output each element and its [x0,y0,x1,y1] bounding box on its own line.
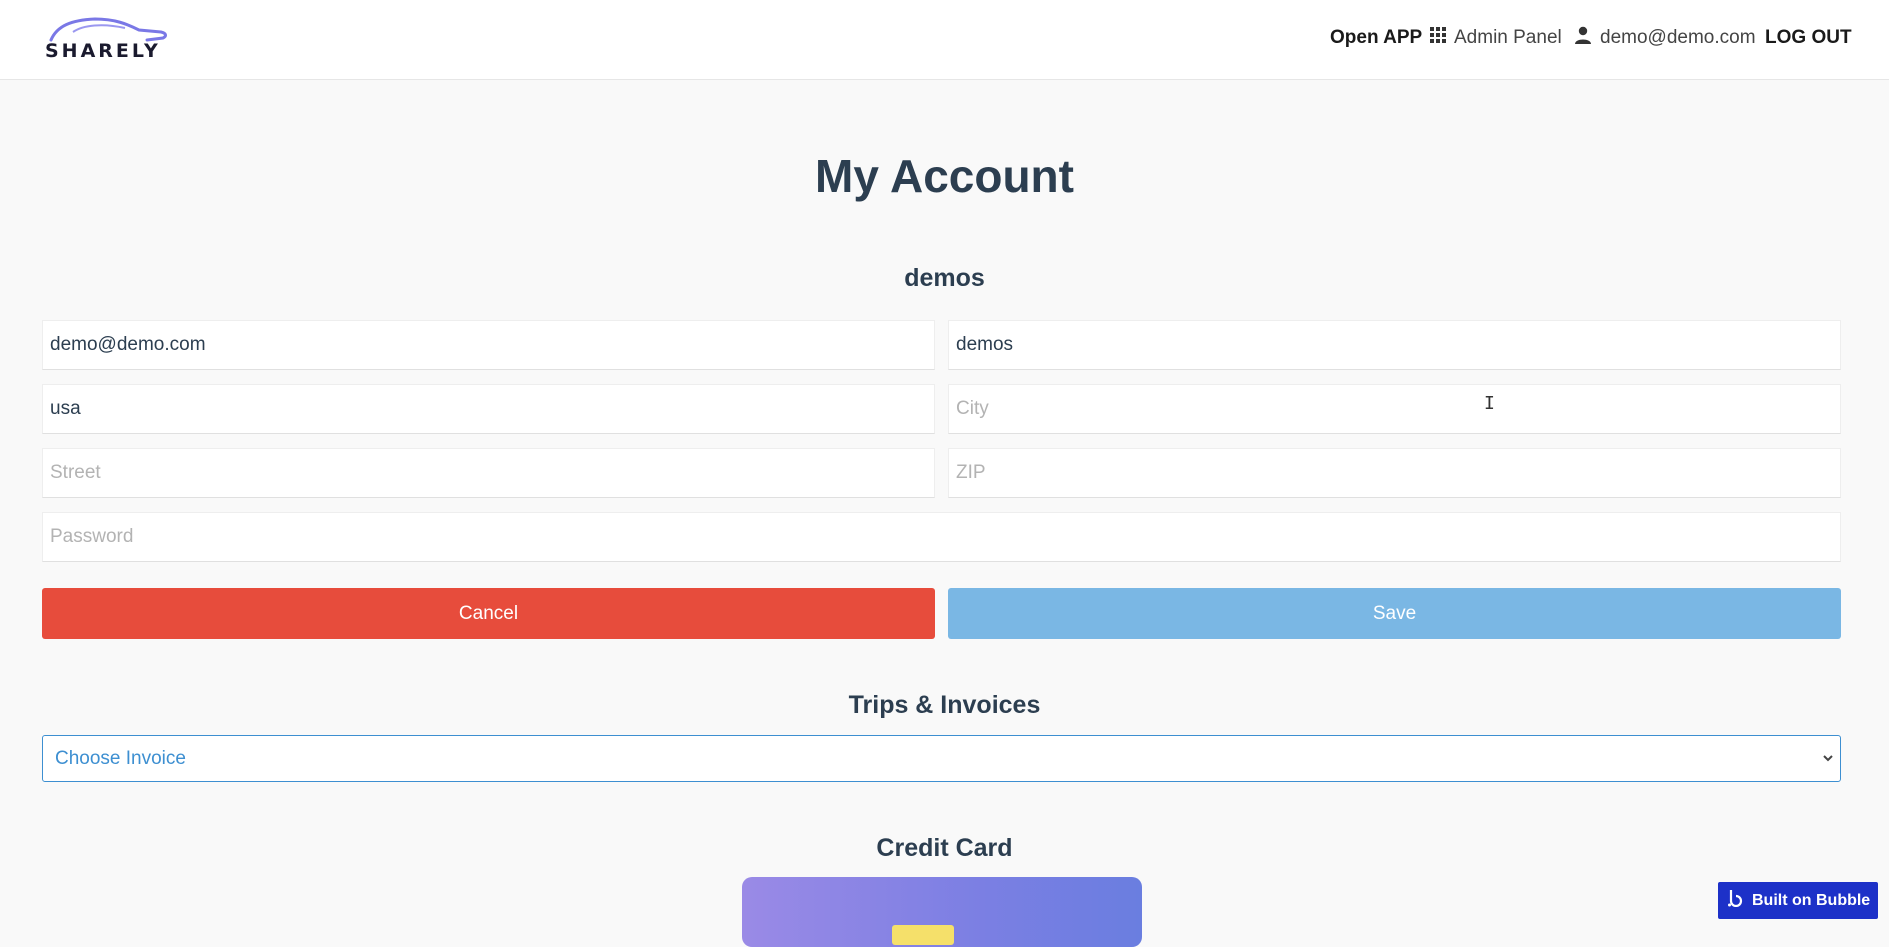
logo-text: SHARELY [45,40,161,62]
email-input[interactable] [43,321,934,369]
country-input[interactable] [43,385,934,433]
name-input[interactable] [949,321,1840,369]
built-on-bubble-label: Built on Bubble [1752,891,1871,909]
user-email-label: demo@demo.com [1600,27,1756,48]
street-input[interactable] [43,449,934,497]
invoice-select-value: Choose Invoice [55,748,186,769]
open-app-link[interactable]: Open APP [1330,26,1422,50]
zip-input[interactable] [949,449,1840,497]
sharely-logo[interactable]: SHARELY [43,16,168,62]
bubble-logo-icon [1728,889,1744,912]
user-email-link[interactable]: demo@demo.com [1574,26,1756,50]
page-title: My Account [815,150,1074,202]
password-field[interactable] [42,512,1841,562]
invoice-select[interactable]: Choose Invoice [42,735,1841,782]
top-header: SHARELY Open APP Admin Panel demo@demo.c… [0,0,1889,80]
chevron-down-icon [1821,736,1835,799]
name-field[interactable] [948,320,1841,370]
cancel-button[interactable]: Cancel [42,588,935,639]
city-input[interactable] [949,385,1840,433]
zip-field[interactable] [948,448,1841,498]
save-button[interactable]: Save [948,588,1841,639]
country-field[interactable] [42,384,935,434]
user-icon [1574,26,1592,51]
street-field[interactable] [42,448,935,498]
email-field[interactable] [42,320,935,370]
username-heading: demos [904,264,985,292]
logout-link[interactable]: LOG OUT [1765,26,1852,50]
card-chip [892,925,954,945]
city-field[interactable] [948,384,1841,434]
credit-card-heading: Credit Card [876,834,1013,862]
trips-invoices-heading: Trips & Invoices [848,691,1041,719]
password-input[interactable] [43,513,1840,561]
built-on-bubble-badge[interactable]: Built on Bubble [1718,882,1878,919]
admin-panel-label: Admin Panel [1454,27,1562,48]
credit-card-preview [742,877,1142,947]
text-cursor-icon: I [1484,393,1495,414]
grid-icon [1430,26,1446,50]
admin-panel-link[interactable]: Admin Panel [1430,26,1562,50]
